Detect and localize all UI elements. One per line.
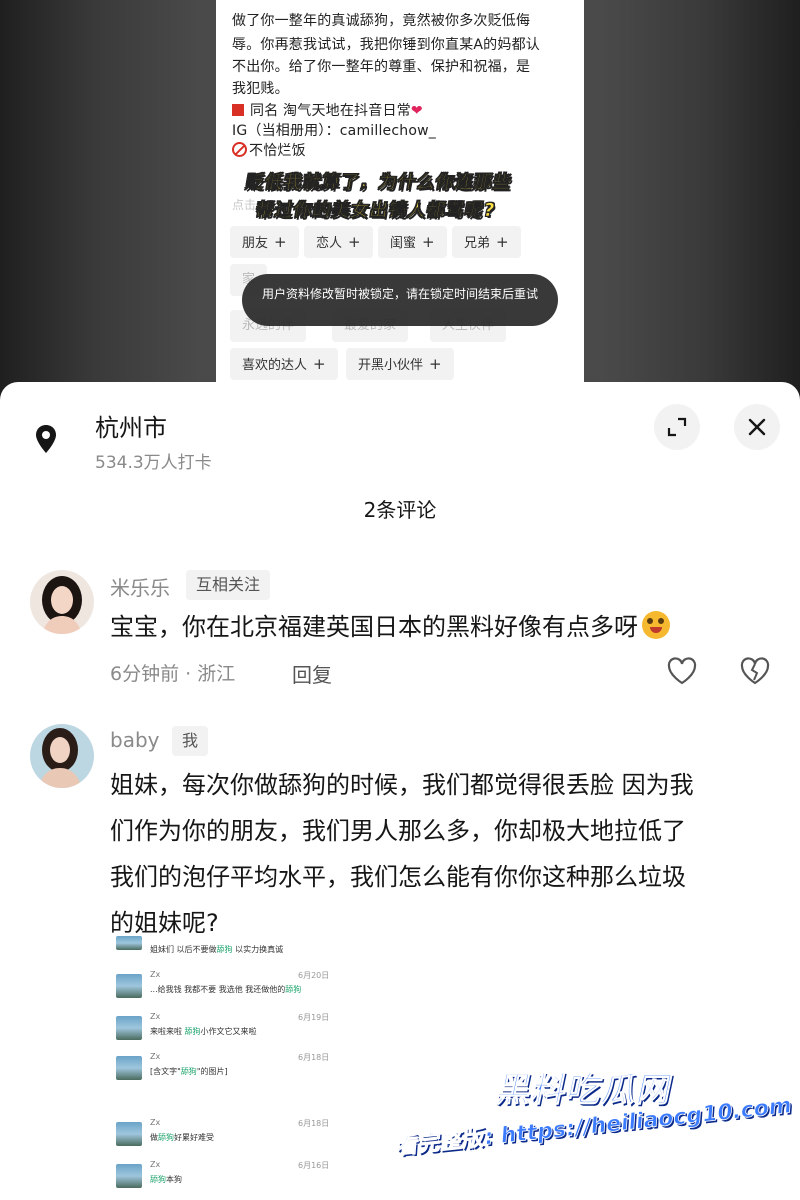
location-pin-icon (36, 425, 56, 453)
bio-line: 做了你一整年的真诚舔狗，竟然被你多次贬低侮 (232, 13, 531, 29)
comment-line: 我们的泡仔平均水平，我们怎么能有你你这种那么垃圾 (110, 863, 686, 891)
chat-name: Zx (150, 1052, 161, 1061)
bio-no-rice: 不恰烂饭 (232, 140, 306, 160)
tag-label: 朋友 (242, 236, 269, 251)
chat-thumb (116, 1122, 142, 1146)
close-icon (748, 418, 766, 436)
tag-label: 恋人 (316, 236, 343, 251)
comment-username[interactable]: baby (110, 728, 159, 752)
like-heart-icon[interactable] (667, 657, 697, 685)
avatar[interactable] (30, 570, 94, 634)
tag-gaming-buddy[interactable]: 开黑小伙伴 + (346, 348, 454, 380)
chat-thumb (116, 1164, 142, 1188)
location-title[interactable]: 杭州市 (95, 408, 167, 443)
lock-toast: 用户资料修改暂时被锁定，请在锁定时间结束后重试 (242, 274, 558, 326)
plus-icon: + (313, 355, 326, 373)
comment-text-body: 宝宝，你在北京福建英国日本的黑料好像有点多呀 (110, 613, 638, 641)
tag-friend[interactable]: 朋友 + (230, 226, 299, 258)
comment-username[interactable]: 米乐乐 (110, 572, 170, 601)
tag-label: 喜欢的达人 (242, 358, 308, 373)
chat-date: 6月18日 (298, 1053, 330, 1062)
chat-date: 6月19日 (298, 1013, 330, 1022)
bio-same-name: 同名 淘气天地在抖音日常❤ (232, 100, 423, 120)
chat-message: 来啦来啦 舔狗小作文它又来啦 (150, 1027, 257, 1036)
chat-date: 6月18日 (298, 1119, 330, 1128)
tag-brother[interactable]: 兄弟 + (452, 226, 521, 258)
plus-icon: + (274, 233, 287, 251)
comment-image[interactable]: 姐妹们 以后不要做舔狗 以实力换真诚 Zx ...给我钱 我都不要 我选他 我还… (110, 934, 340, 1200)
avatar[interactable] (30, 724, 94, 788)
avatar-image (30, 724, 94, 788)
bio-line: 辱。你再惹我试试，我把你锤到你直某A的妈都认 (232, 37, 540, 53)
expand-icon (667, 417, 687, 437)
plus-icon: + (348, 233, 361, 251)
tag-lover[interactable]: 恋人 + (304, 226, 373, 258)
comment-line: 们作为你的朋友，我们男人那么多，你却极大地拉低了 (110, 817, 686, 845)
plus-icon: + (496, 233, 509, 251)
video-caption-line2: 帮过你的美女出镜人都骂呢? (253, 200, 498, 222)
tag-label: 兄弟 (464, 236, 491, 251)
chat-name: Zx (150, 970, 161, 979)
me-badge: 我 (172, 726, 209, 756)
prohibited-icon (232, 142, 247, 157)
mutual-follow-badge: 互相关注 (186, 570, 271, 600)
expand-button[interactable] (654, 404, 700, 450)
chat-name: Zx (150, 1118, 161, 1127)
reply-button[interactable]: 回复 (292, 659, 332, 688)
heart-icon: ❤ (410, 103, 423, 119)
bio-line: 我犯贱。 (232, 81, 289, 97)
chat-date: 6月16日 (298, 1161, 330, 1170)
comment-text: 宝宝，你在北京福建英国日本的黑料好像有点多呀 (110, 604, 670, 650)
tag-favorite-creator[interactable]: 喜欢的达人 + (230, 348, 338, 380)
no-rice-text: 不恰烂饭 (249, 143, 306, 159)
avatar-image (30, 570, 94, 634)
emoji-icon (642, 611, 670, 639)
chat-thumb (116, 1016, 142, 1040)
same-name-text: 同名 淘气天地在抖音日常 (250, 103, 411, 119)
chat-message: 做舔狗好累好难受 (150, 1133, 214, 1142)
plus-icon: + (422, 233, 435, 251)
chat-message: 舔狗本狗 (150, 1175, 182, 1184)
comment-sheet: 杭州市 534.3万人打卡 2条评论 米乐乐 互相关注 宝宝，你在北京福建英国日… (0, 382, 800, 1200)
bio-ig: IG（当相册用）：camillechow_ (232, 123, 436, 139)
broken-heart-icon[interactable] (740, 657, 770, 685)
tag-label: 开黑小伙伴 (358, 358, 424, 373)
location-checkins: 534.3万人打卡 (95, 453, 212, 473)
video-caption-line1: 贬低我就算了，为什么你连那些 (243, 172, 514, 194)
plus-icon: + (429, 355, 442, 373)
chat-message: [含文字"舔狗"的图片] (150, 1067, 228, 1076)
tag-label: 闺蜜 (390, 236, 417, 251)
chat-message: ...给我钱 我都不要 我选他 我还做他的舔狗 (150, 985, 302, 994)
faded-hint: 点击 (232, 198, 257, 212)
red-book-icon (232, 104, 244, 116)
chat-thumb (116, 936, 142, 950)
close-button[interactable] (734, 404, 780, 450)
chat-thumb (116, 1056, 142, 1080)
comment-text: 姐妹，每次你做舔狗的时候，我们都觉得很丢脸 因为我 们作为你的朋友，我们男人那么… (110, 762, 694, 946)
comment-meta: 6分钟前 · 浙江 (110, 663, 236, 685)
profile-card: 做了你一整年的真诚舔狗，竟然被你多次贬低侮 辱。你再惹我试试，我把你锤到你直某A… (216, 0, 584, 400)
bio-line: 不出你。给了你一整年的尊重、保护和祝福，是 (232, 59, 531, 75)
chat-thumb (116, 974, 142, 998)
tag-bestie[interactable]: 闺蜜 + (378, 226, 447, 258)
chat-name: Zx (150, 1160, 161, 1169)
comment-count: 2条评论 (363, 498, 437, 522)
comment-line: 姐妹，每次你做舔狗的时候，我们都觉得很丢脸 因为我 (110, 771, 694, 799)
chat-header: 姐妹们 以后不要做舔狗 以实力换真诚 (150, 945, 284, 954)
chat-name: Zx (150, 1012, 161, 1021)
chat-date: 6月20日 (298, 971, 330, 980)
